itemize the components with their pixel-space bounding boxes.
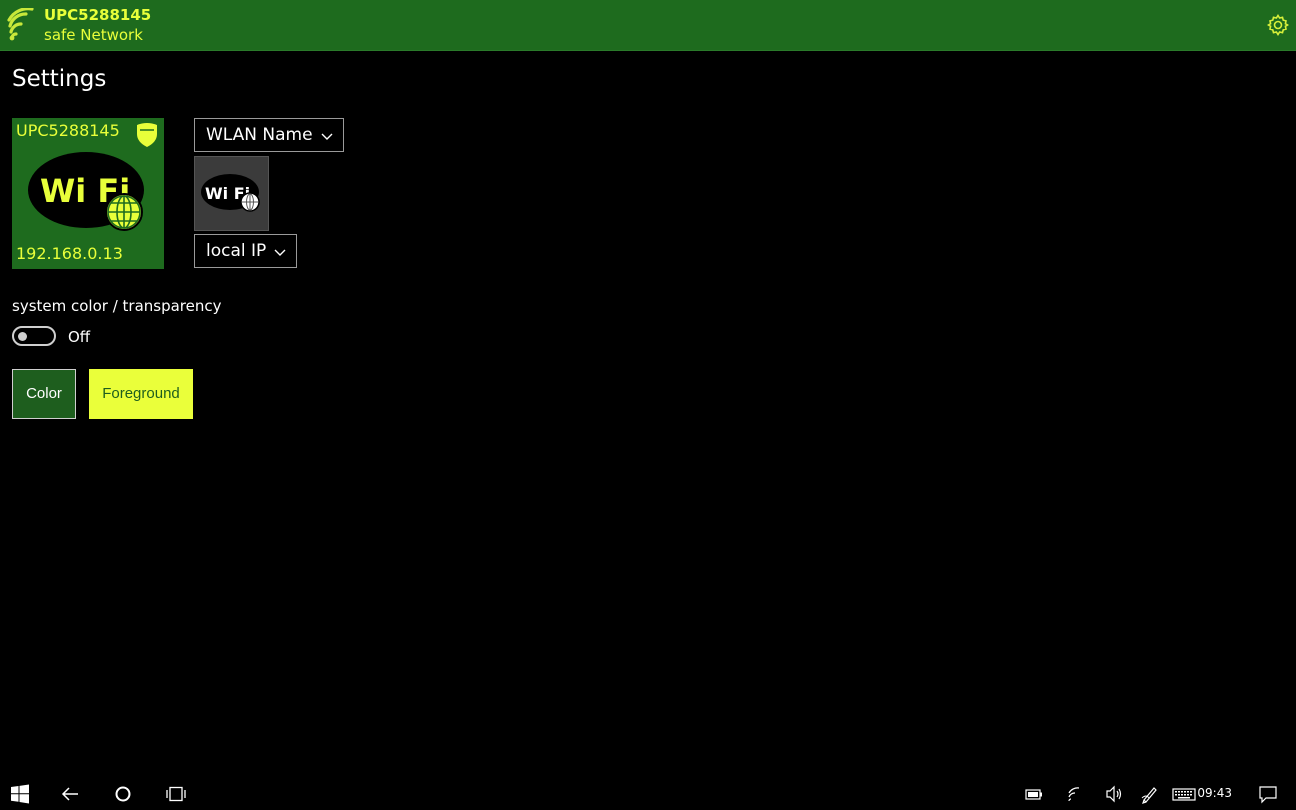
battery-icon[interactable] — [1024, 784, 1044, 804]
shield-icon — [137, 123, 157, 147]
taskbar-clock[interactable]: 09:43 — [1197, 786, 1232, 800]
page-title: Settings — [12, 66, 107, 92]
pen-icon[interactable] — [1140, 784, 1160, 804]
bottom-text-dropdown[interactable]: local IP — [194, 234, 297, 268]
top-text-dropdown-value: WLAN Name — [206, 125, 313, 145]
back-arrow-icon[interactable] — [60, 784, 80, 804]
system-color-toggle[interactable] — [12, 326, 56, 346]
bottom-text-dropdown-value: local IP — [206, 241, 267, 261]
wifi-globe-icon: Wi Fi — [28, 152, 144, 231]
chevron-down-icon — [274, 249, 286, 256]
header-subtitle: safe Network — [44, 26, 143, 44]
system-color-toggle-label: system color / transparency — [12, 297, 222, 315]
foreground-button[interactable]: Foreground — [89, 369, 193, 419]
toggle-state-text: Off — [68, 328, 91, 346]
live-tile-preview: UPC5288145 Wi Fi 192.168.0.13 — [12, 118, 164, 269]
toggle-knob — [18, 332, 27, 341]
cortana-circle-icon[interactable] — [113, 784, 133, 804]
notifications-icon[interactable] — [1258, 784, 1278, 804]
network-icon[interactable] — [1066, 784, 1086, 804]
task-view-icon[interactable] — [166, 784, 186, 804]
app-header: UPC5288145 safe Network — [0, 0, 1296, 51]
top-text-dropdown[interactable]: WLAN Name — [194, 118, 344, 152]
tile-ssid: UPC5288145 — [16, 121, 120, 140]
header-ssid: UPC5288145 — [44, 6, 152, 24]
tile-icon-selector[interactable]: Wi Fi — [194, 156, 269, 231]
windows-start-icon[interactable] — [10, 784, 30, 804]
app-window: UPC5288145 safe Network Settings UPC5288… — [0, 0, 1296, 810]
keyboard-icon[interactable] — [1172, 784, 1196, 804]
tile-ip-address: 192.168.0.13 — [16, 244, 123, 263]
windows-taskbar: 09:43 — [0, 778, 1296, 810]
wifi-globe-icon: Wi Fi — [201, 174, 260, 212]
color-button[interactable]: Color — [12, 369, 76, 419]
volume-icon[interactable] — [1104, 784, 1124, 804]
settings-gear-icon[interactable] — [1266, 13, 1290, 37]
chevron-down-icon — [321, 133, 333, 140]
wifi-signal-icon — [7, 8, 34, 41]
